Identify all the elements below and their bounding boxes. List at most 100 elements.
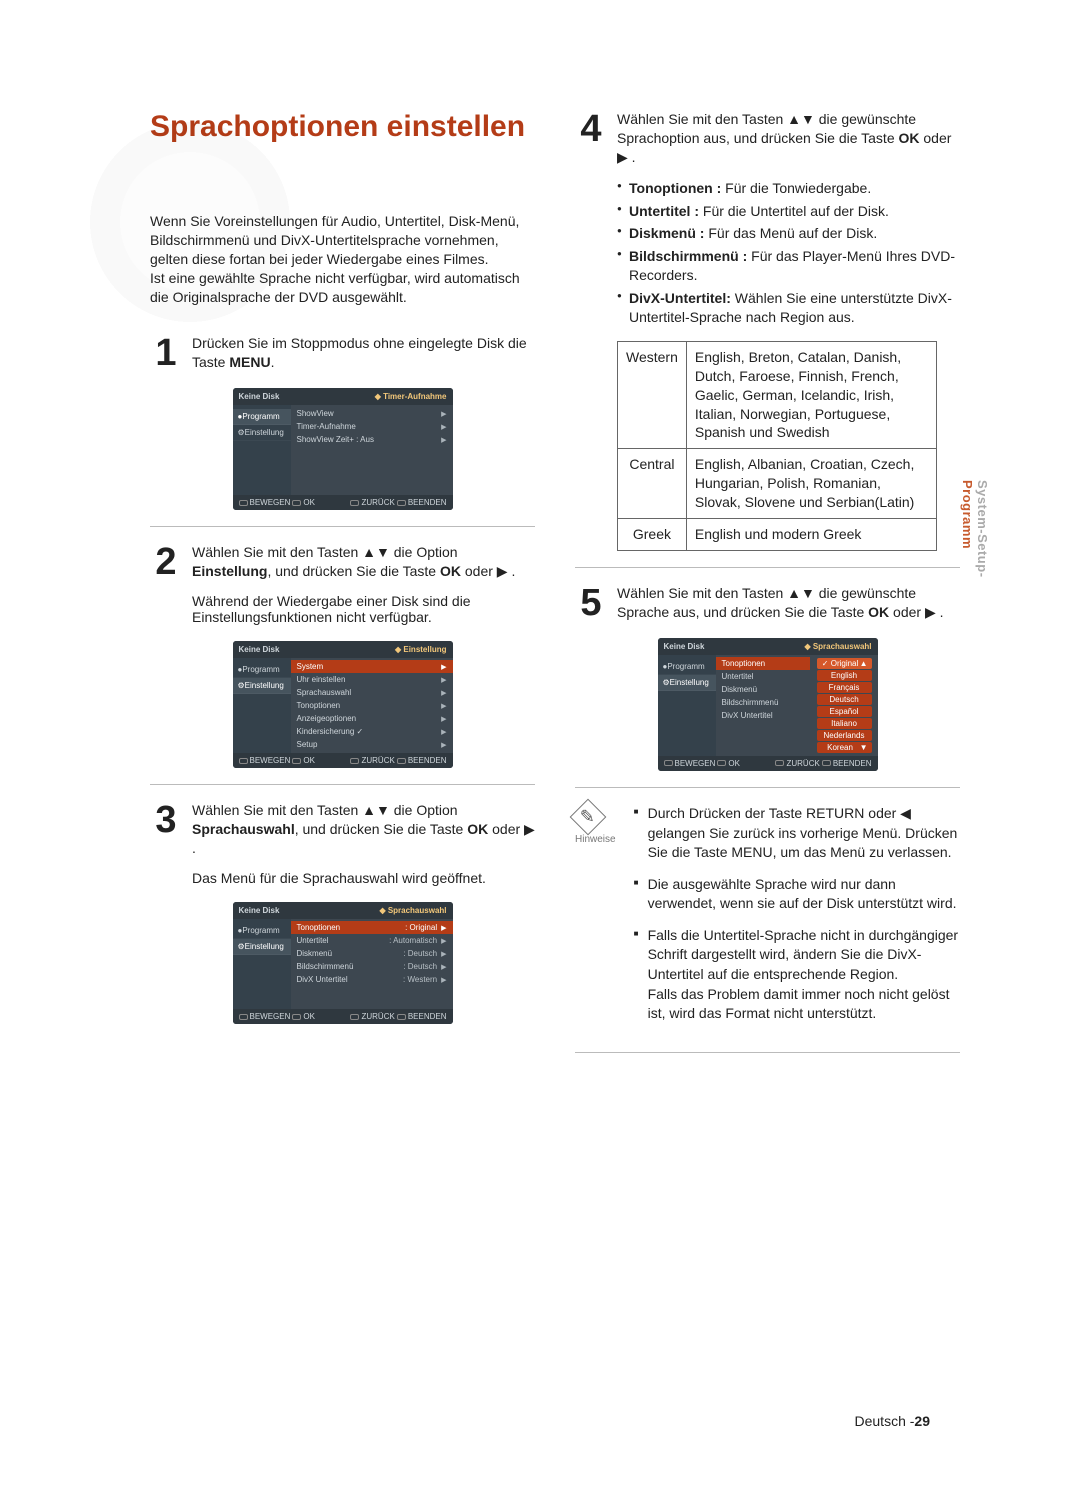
step-text: oder ▶ . [461,563,515,579]
osd-row: Tonoptionen [722,659,804,668]
osd-option: English [817,670,872,681]
step-text: Wählen Sie mit den Tasten ▲▼ die Option [192,802,458,818]
chevron-right-icon: ▶ [441,950,446,958]
osd-row: Setup [297,740,442,749]
notes-block: ✎ Hinweise Durch Drücken der Taste RETUR… [575,804,960,1036]
breadcrumb-icon: ◆ [375,392,383,401]
step-text: , und drücken Sie die Taste [295,821,464,837]
osd-side-item: ⚙Einstellung [658,675,716,691]
button-icon [822,760,831,766]
step-key: Sprachauswahl [192,821,295,837]
step-text: , und drücken Sie die Taste [267,563,440,579]
gear-icon: ⚙ [238,428,245,437]
table-cell: English, Albanian, Croatian, Czech, Hung… [686,449,936,519]
check-icon: ✓ [822,659,831,668]
osd-status: Keine Disk [239,392,280,401]
button-icon [350,500,359,506]
osd-side-item: ●Programm [233,923,291,939]
breadcrumb-icon: ◆ [379,906,387,915]
chevron-right-icon: ▶ [441,436,446,444]
osd-main: Tonoptionen: Original▶ Untertitel: Autom… [291,919,453,1009]
osd-side-item: ⚙Einstellung [233,678,291,694]
osd-hint: OK [728,759,740,768]
button-icon [350,1014,359,1020]
step-text: Drücken Sie im Stoppmodus ohne [192,335,404,351]
osd-value: : Western [403,975,441,984]
osd-crumb: Timer-Aufnahme [383,392,446,401]
list-item: Diskmenü : Für das Menü auf der Disk. [617,224,960,243]
divider [575,787,960,788]
osd-hint: ZURÜCK [786,759,819,768]
table-row: WesternEnglish, Breton, Catalan, Danish,… [618,341,937,448]
button-icon [397,500,406,506]
section-tab-bottom: Programm [960,480,975,549]
osd-side-item: ⚙Einstellung [233,425,291,441]
osd-row: Bildschirmmenü [722,698,804,707]
osd-row: ShowView Zeit+ : Aus [297,435,442,444]
gear-icon: ⚙ [238,681,245,690]
step-number: 2 [150,543,182,581]
osd-menu-timer: Keine Disk ◆ Timer-Aufnahme ●Programm ⚙Ei… [233,388,453,510]
button-icon [717,760,726,766]
button-icon [397,1014,406,1020]
osd-main: System▶ Uhr einstellen▶ Sprachauswahl▶ T… [291,658,453,753]
footer-lang: Deutsch - [855,1413,915,1429]
osd-option: Nederlands [817,730,872,741]
osd-row: Untertitel [297,936,390,945]
list-item: Untertitel : Für die Untertitel auf der … [617,202,960,221]
table-row: CentralEnglish, Albanian, Croatian, Czec… [618,449,937,519]
button-icon [350,758,359,764]
chevron-right-icon: ▶ [441,937,446,945]
chevron-right-icon: ▶ [441,924,446,932]
osd-hint: BEWEGEN [250,498,291,507]
step-text: die Taste [808,604,868,620]
step-key: OK [467,821,488,837]
osd-hint: OK [303,756,315,765]
osd-row: Diskmenü [722,685,804,694]
note-item: Falls die Untertitel-Sprache nicht in du… [634,926,960,1024]
chevron-right-icon: ▶ [441,728,446,736]
osd-side-item: ●Programm [233,409,291,425]
osd-status: Keine Disk [239,645,280,654]
osd-row: Tonoptionen [297,701,442,710]
step-note: Das Menü für die Sprachauswahl wird geöf… [192,870,535,886]
osd-main: ShowView▶ Timer-Aufnahme▶ ShowView Zeit+… [291,405,453,495]
list-item: Bildschirmmenü : Für das Player-Menü Ihr… [617,247,960,285]
chevron-right-icon: ▶ [441,423,446,431]
chevron-right-icon: ▶ [441,410,446,418]
osd-side-item: ⚙Einstellung [233,939,291,955]
table-row: GreekEnglish und modern Greek [618,519,937,551]
osd-hint: BEENDEN [408,498,447,507]
divider [575,1052,960,1053]
osd-menu-sprachauswahl: Keine Disk◆ Sprachauswahl ●Programm ⚙Ein… [233,902,453,1024]
bullet-key: Diskmenü : [629,225,704,241]
button-icon [239,758,248,764]
osd-hint: OK [303,498,315,507]
chevron-right-icon: ▶ [441,976,446,984]
divider [150,784,535,785]
chevron-right-icon: ▶ [441,663,446,671]
osd-hint: BEWEGEN [250,1012,291,1021]
bullet-key: DivX-Untertitel: [629,290,731,306]
osd-row: ShowView [297,409,442,418]
osd-hint: ZURÜCK [361,1012,394,1021]
osd-value: : Deutsch [403,962,441,971]
step-body: Wählen Sie mit den Tasten ▲▼ die Option … [192,801,535,858]
chevron-right-icon: ▶ [441,689,446,697]
table-cell: Greek [618,519,687,551]
step-body: Wählen Sie mit den Tasten ▲▼ die gewünsc… [617,110,960,167]
osd-hint: ZURÜCK [361,756,394,765]
page-footer: Deutsch -29 [855,1413,931,1429]
osd-menu-einstellung: Keine Disk◆ Einstellung ●Programm ⚙Einst… [233,641,453,768]
bullet-text: Für die Tonwiedergabe. [721,180,871,196]
osd-option: Korean▼ [817,742,872,753]
step-text: Wählen Sie mit den Tasten ▲▼ die Option [192,544,458,560]
chevron-right-icon: ▶ [441,963,446,971]
bullet-key: Bildschirmmenü : [629,248,747,264]
chevron-right-icon: ▶ [441,676,446,684]
step-key: OK [440,563,461,579]
osd-row: Uhr einstellen [297,675,442,684]
table-cell: Central [618,449,687,519]
step-note: Während der Wiedergabe einer Disk sind d… [192,593,535,625]
list-item: Tonoptionen : Für die Tonwiedergabe. [617,179,960,198]
